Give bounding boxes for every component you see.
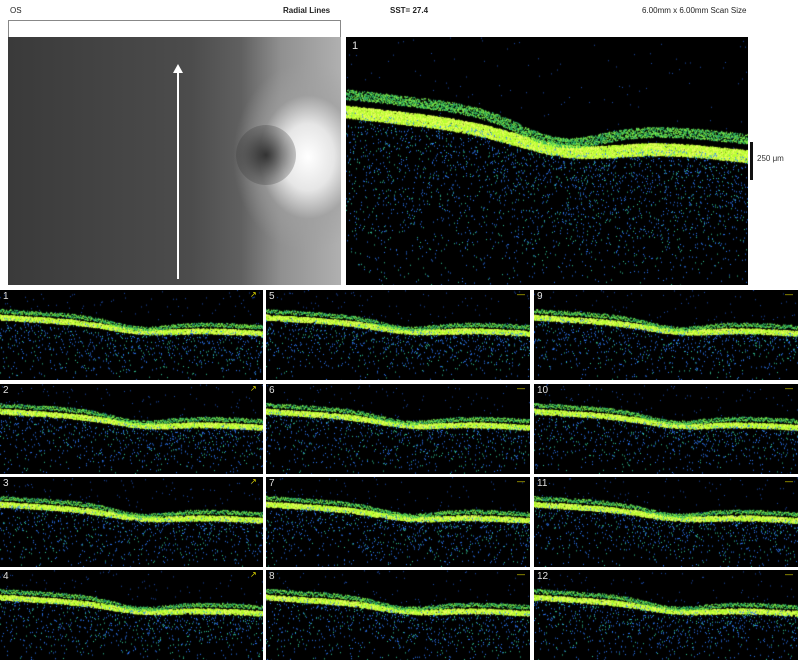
thumbnail-scan[interactable]: 9—	[534, 290, 798, 380]
scan-number: 5	[269, 291, 275, 302]
thumbnail-scan[interactable]: 8—	[266, 570, 530, 660]
oct-bscan-image	[266, 384, 530, 474]
scan-direction-icon: —	[517, 384, 525, 393]
scan-number: 1	[352, 40, 359, 52]
thumbnail-scan[interactable]: 6—	[266, 384, 530, 474]
scan-direction-arrow-icon	[173, 64, 183, 73]
thumbnail-scan[interactable]: 3 ↗	[0, 477, 263, 567]
scan-direction-icon: ↗	[250, 477, 257, 486]
scan-size-label: 6.00mm x 6.00mm Scan Size	[642, 6, 747, 15]
oct-bscan-image	[0, 477, 263, 567]
thumbnail-scan[interactable]: 2 ↗	[0, 384, 263, 474]
scan-direction-icon: —	[785, 290, 793, 299]
fundus-image[interactable]	[8, 37, 341, 285]
scale-label: 250 μm	[757, 154, 784, 163]
scan-direction-icon: —	[785, 384, 793, 393]
scan-number: 4	[3, 571, 9, 582]
oct-bscan-image	[534, 477, 798, 567]
oct-bscan-image	[534, 290, 798, 380]
thumbnail-scan[interactable]: 12 —	[534, 570, 798, 660]
oct-bscan-image	[266, 290, 530, 380]
oct-bscan-image	[534, 570, 798, 660]
oct-bscan-image	[266, 477, 530, 567]
main-oct-scan[interactable]: 1	[346, 37, 748, 285]
scan-number: 7	[269, 478, 275, 489]
oct-bscan-image	[0, 290, 263, 380]
scan-number: 8	[269, 571, 275, 582]
signal-strength-label: SST= 27.4	[390, 6, 429, 15]
scan-line[interactable]	[177, 69, 179, 279]
scan-direction-icon: —	[517, 477, 525, 486]
scan-number: 1	[3, 291, 9, 302]
thumbnail-scan[interactable]: 11 —	[534, 477, 798, 567]
scan-number: 6	[269, 385, 275, 396]
scan-direction-icon: —	[785, 477, 793, 486]
scan-direction-icon: —	[785, 570, 793, 579]
scan-direction-icon: —	[517, 570, 525, 579]
thumbnail-scan[interactable]: 10 —	[534, 384, 798, 474]
scan-number: 2	[3, 385, 9, 396]
thumbnail-scan[interactable]: 5—	[266, 290, 530, 380]
eye-label: OS	[10, 6, 22, 15]
fovea-shadow	[236, 125, 296, 185]
oct-bscan-image	[346, 37, 748, 285]
scan-number: 10	[537, 385, 549, 396]
thumbnail-scan[interactable]: 1 ↗	[0, 290, 263, 380]
scale-bar	[750, 142, 753, 180]
oct-bscan-image	[0, 384, 263, 474]
scan-direction-icon: ↗	[250, 290, 257, 299]
scan-number: 12	[537, 571, 549, 582]
scan-direction-icon: ↗	[250, 384, 257, 393]
scan-direction-icon: —	[517, 290, 525, 299]
scan-number: 3	[3, 478, 9, 489]
oct-bscan-image	[0, 570, 263, 660]
scan-pattern-label: Radial Lines	[283, 6, 331, 15]
thumbnail-scan[interactable]: 7—	[266, 477, 530, 567]
scan-direction-icon: ↗	[250, 570, 257, 579]
oct-bscan-image	[266, 570, 530, 660]
scan-number: 9	[537, 291, 543, 302]
scan-number: 11	[537, 478, 548, 489]
thumbnail-scan[interactable]: 4 ↗	[0, 570, 263, 660]
oct-bscan-image	[534, 384, 798, 474]
